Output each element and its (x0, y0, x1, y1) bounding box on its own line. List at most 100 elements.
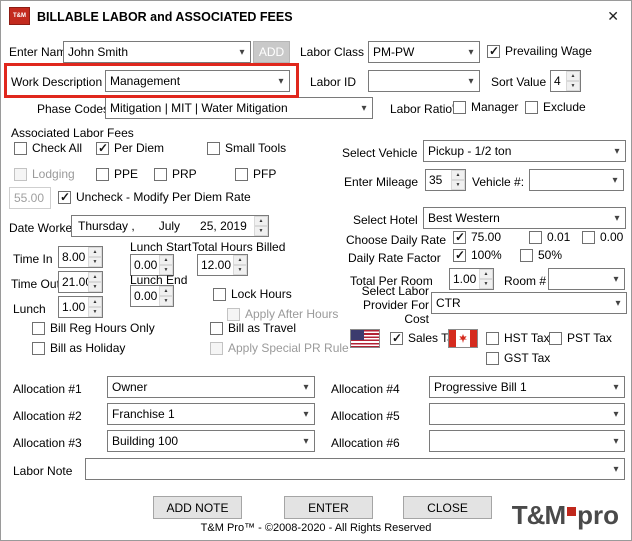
manager-checkbox[interactable]: Manager (453, 101, 518, 114)
uncheck-modify-per-diem-label: Uncheck - Modify Per Diem Rate (76, 190, 251, 204)
phase-codes-combobox[interactable]: Mitigation | MIT | Water Mitigation (105, 97, 373, 119)
labor-ratios-label: Labor Ratio's (390, 102, 461, 116)
factor-50-checkbox[interactable]: 50% (520, 249, 562, 262)
allocation-3-combobox[interactable]: Building 100 (107, 430, 315, 452)
bill-as-travel-checkbox[interactable]: Bill as Travel (210, 322, 296, 335)
spin-down-icon[interactable] (451, 180, 465, 190)
daily-rate-001-checkbox[interactable]: 0.01 (529, 231, 570, 244)
labor-note-combobox[interactable] (85, 458, 625, 480)
lunch-end-value: 0.00 (134, 289, 158, 303)
chevron-down-icon[interactable] (298, 431, 314, 451)
lunch-end-spinner[interactable]: 0.00 (130, 285, 174, 307)
spin-down-icon[interactable] (233, 265, 247, 275)
labor-class-combobox[interactable]: PM-PW (368, 41, 480, 63)
work-description-label: Work Description (11, 75, 103, 89)
chevron-down-icon[interactable] (608, 377, 624, 397)
daily-rate-000-checkbox[interactable]: 0.00 (582, 231, 623, 244)
bill-reg-hours-only-checkbox[interactable]: Bill Reg Hours Only (32, 322, 155, 335)
time-out-spinner[interactable]: 21.00 (58, 271, 103, 293)
add-note-button[interactable]: ADD NOTE (153, 496, 242, 519)
time-in-spinner[interactable]: 8.00 (58, 246, 103, 268)
spin-down-icon[interactable] (566, 81, 580, 91)
pfp-checkbox[interactable]: PFP (235, 168, 276, 181)
allocation-1-combobox[interactable]: Owner (107, 376, 315, 398)
gst-tax-checkbox[interactable]: GST Tax (486, 352, 550, 365)
chevron-down-icon[interactable] (356, 98, 372, 118)
exclude-checkbox[interactable]: Exclude (525, 101, 586, 114)
room-number-combobox[interactable] (548, 268, 625, 290)
allocation-4-combobox[interactable]: Progressive Bill 1 (429, 376, 625, 398)
small-tools-checkbox[interactable]: Small Tools (207, 142, 286, 155)
sort-value-spinner[interactable]: 4 (550, 70, 581, 92)
enter-mileage-spinner[interactable]: 35 (425, 169, 466, 191)
select-hotel-combobox[interactable]: Best Western (423, 207, 626, 229)
spin-up-icon[interactable] (159, 286, 173, 296)
chevron-down-icon[interactable] (298, 377, 314, 397)
spin-up-icon[interactable] (159, 255, 173, 265)
chevron-down-icon[interactable] (609, 208, 625, 228)
close-button[interactable]: CLOSE (403, 496, 492, 519)
chevron-down-icon[interactable] (608, 269, 624, 289)
spin-up-icon[interactable] (233, 255, 247, 265)
chevron-down-icon[interactable] (608, 459, 624, 479)
spin-down-icon[interactable] (88, 282, 102, 292)
phase-codes-value: Mitigation | MIT | Water Mitigation (110, 101, 288, 115)
chevron-down-icon[interactable] (608, 431, 624, 451)
spin-up-icon[interactable] (88, 297, 102, 307)
spin-up-icon[interactable] (88, 247, 102, 257)
spin-down-icon[interactable] (479, 279, 493, 289)
select-vehicle-combobox[interactable]: Pickup - 1/2 ton (423, 140, 626, 162)
chevron-down-icon[interactable] (298, 404, 314, 424)
date-worked-picker[interactable]: Thursday , July 25, 2019 (71, 215, 269, 237)
spin-up-icon[interactable] (479, 269, 493, 279)
close-icon[interactable]: ✕ (607, 8, 619, 25)
vehicle-number-combobox[interactable] (529, 169, 624, 191)
chevron-down-icon[interactable] (463, 71, 479, 91)
enter-name-combobox[interactable]: John Smith (63, 41, 251, 63)
factor-100-label: 100% (471, 248, 502, 262)
factor-100-checkbox[interactable]: 100% (453, 248, 502, 262)
spin-up-icon[interactable] (566, 71, 580, 81)
per-diem-rate-input: 55.00 (9, 187, 51, 209)
check-all-checkbox[interactable]: Check All (14, 142, 82, 155)
pst-tax-checkbox[interactable]: PST Tax (549, 332, 612, 345)
chevron-down-icon[interactable] (607, 170, 623, 190)
labor-provider-combobox[interactable]: CTR (431, 292, 627, 314)
chevron-down-icon[interactable] (463, 42, 479, 62)
allocation-5-combobox[interactable] (429, 403, 625, 425)
spin-down-icon[interactable] (88, 307, 102, 317)
chevron-down-icon[interactable] (609, 141, 625, 161)
enter-button[interactable]: ENTER (284, 496, 373, 519)
spin-up-icon[interactable] (451, 170, 465, 180)
hst-tax-checkbox[interactable]: HST Tax (486, 332, 550, 345)
checkbox-box (213, 288, 226, 301)
spin-up-icon[interactable] (88, 272, 102, 282)
allocation-6-combobox[interactable] (429, 430, 625, 452)
chevron-down-icon[interactable] (610, 293, 626, 313)
bill-as-holiday-checkbox[interactable]: Bill as Holiday (32, 342, 125, 355)
lock-hours-checkbox[interactable]: Lock Hours (213, 288, 292, 301)
room-number-label: Room # (504, 274, 547, 288)
lodging-checkbox: Lodging (14, 168, 75, 181)
add-button[interactable]: ADD (253, 41, 290, 63)
ppe-checkbox[interactable]: PPE (96, 168, 138, 181)
spin-down-icon[interactable] (254, 226, 268, 236)
per-diem-checkbox[interactable]: Per Diem (96, 141, 164, 155)
check-all-label: Check All (32, 141, 83, 155)
spin-up-icon[interactable] (254, 216, 268, 226)
work-description-combobox[interactable]: Management (105, 70, 290, 92)
chevron-down-icon[interactable] (234, 42, 250, 62)
labor-id-combobox[interactable] (368, 70, 480, 92)
uncheck-modify-per-diem-checkbox[interactable]: Uncheck - Modify Per Diem Rate (58, 190, 251, 204)
spin-down-icon[interactable] (159, 296, 173, 306)
allocation-2-combobox[interactable]: Franchise 1 (107, 403, 315, 425)
prevailing-wage-checkbox[interactable]: Prevailing Wage (487, 44, 592, 58)
chevron-down-icon[interactable] (608, 404, 624, 424)
total-hours-billed-spinner[interactable]: 12.00 (197, 254, 248, 276)
total-per-room-spinner[interactable]: 1.00 (449, 268, 494, 290)
prp-checkbox[interactable]: PRP (154, 168, 197, 181)
chevron-down-icon[interactable] (273, 71, 289, 91)
spin-down-icon[interactable] (88, 257, 102, 267)
lunch-spinner[interactable]: 1.00 (58, 296, 103, 318)
daily-rate-75-checkbox[interactable]: 75.00 (453, 230, 501, 244)
